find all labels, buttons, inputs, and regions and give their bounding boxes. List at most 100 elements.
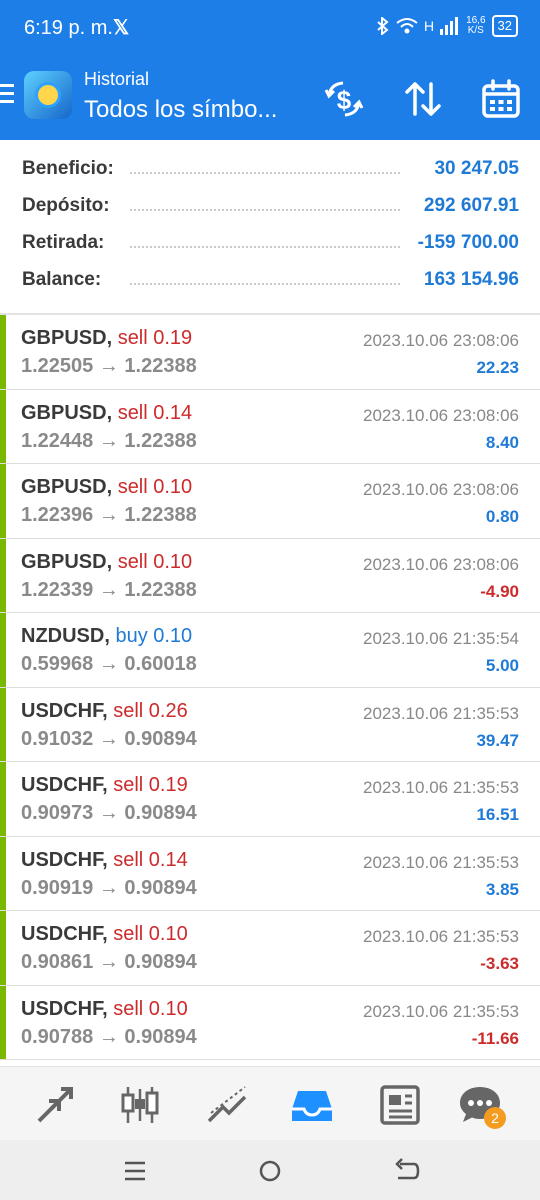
arrows-diagonal-icon[interactable] [33,1083,77,1127]
metatrader-logo [24,71,72,119]
bottom-tab-bar: 2 [0,1066,540,1141]
trade-timestamp: 2023.10.06 21:35:54 [363,629,519,648]
chat-bubble-icon[interactable]: 2 [458,1083,506,1129]
trade-prices: 0.90788 → 0.90894 [21,1026,197,1049]
summary-row-profit: Beneficio: 30 247.05 [0,150,540,187]
currency-exchange-icon[interactable]: $ [323,78,365,120]
arrow-icon: → [98,355,119,377]
open-price: 1.22396 [21,504,94,526]
arrow-icon: → [98,951,119,973]
close-price: 0.90894 [124,802,197,824]
net-speed: 16,6 K/S [466,16,485,36]
trade-symbol-line: GBPUSD, sell 0.19 [21,327,192,350]
system-nav-bar [0,1140,540,1200]
trade-status-bar [0,985,6,1059]
trade-row[interactable]: GBPUSD, sell 0.14 1.22448 → 1.22388 2023.1… [0,389,540,464]
trade-row[interactable]: NZDUSD, buy 0.10 0.59968 → 0.60018 2023.10… [0,613,540,688]
trade-row[interactable]: USDCHF, sell 0.26 0.91032 → 0.90894 2023.1… [0,687,540,762]
summary-value: 292 607.91 [415,195,519,217]
trade-action: sell 0.19 [117,327,193,349]
x-app-icon: 𝕏 [113,17,130,39]
trade-prices: 1.22339 → 1.22388 [21,579,197,602]
trade-prices: 1.22505 → 1.22388 [21,355,197,378]
trade-status-bar [0,389,6,463]
trade-prices: 0.90919 → 0.90894 [21,877,197,900]
wifi-icon [396,18,418,34]
trade-status-bar [0,836,6,910]
close-price: 0.90894 [124,727,197,750]
trade-timestamp: 2023.10.06 21:35:53 [363,852,519,872]
trade-row[interactable]: GBPUSD, sell 0.10 1.22396 → 1.22388 2023.1… [0,464,540,539]
trade-timestamp: 2023.10.06 21:35:53 [363,1001,519,1021]
arrow-icon: → [98,429,119,452]
open-price: 0.90788 [21,1025,94,1048]
trade-action: buy 0.10 [115,625,193,647]
trend-line-icon[interactable] [205,1083,249,1127]
trade-profit: -11.66 [471,1028,519,1048]
arrow-icon: → [98,876,119,899]
trade-symbol: GBPUSD, [21,401,113,424]
close-price: 0.90894 [124,876,197,899]
trade-row[interactable]: GBPUSD, sell 0.19 1.22505 → 1.22388 2023.1… [0,315,540,390]
summary-label: Depósito: [22,195,118,217]
symbol-filter-title[interactable]: Todos los símbo... [84,96,277,124]
trade-profit: -3.63 [480,954,519,973]
network-type-label: H [423,18,435,34]
summary-value: -159 700.00 [409,232,519,254]
trade-profit: 39.47 [476,730,519,750]
trade-symbol: USDCHF, [21,997,108,1020]
calendar-icon[interactable] [480,78,522,120]
trade-symbol-line: USDCHF, sell 0.14 [21,849,188,872]
inbox-icon[interactable] [290,1083,334,1127]
trade-symbol-line: USDCHF, sell 0.26 [21,700,188,723]
net-speed-unit: K/S [467,25,484,36]
signal-icon [440,17,459,35]
recent-apps-icon[interactable] [117,1154,153,1188]
arrow-icon: → [98,578,119,601]
open-price: 0.59968 [21,653,94,675]
trade-timestamp: 2023.10.06 23:08:06 [363,405,519,425]
trade-symbol-line: GBPUSD, sell 0.10 [21,551,192,574]
back-icon[interactable] [388,1154,424,1188]
trade-symbol: GBPUSD, [21,550,113,573]
open-price: 0.91032 [21,727,94,750]
home-icon[interactable] [252,1154,288,1188]
trade-symbol: USDCHF, [21,848,108,871]
trade-status-bar [0,464,6,538]
trade-row[interactable]: GBPUSD, sell 0.10 1.22339 → 1.22388 2023.1… [0,538,540,613]
trade-row[interactable]: USDCHF, sell 0.10 0.90861 → 0.90894 2023.1… [0,911,540,986]
trade-symbol: USDCHF, [21,699,108,722]
trade-row[interactable]: USDCHF, sell 0.19 0.90973 → 0.90894 2023.1… [0,762,540,837]
trade-action: sell 0.26 [113,699,188,722]
trade-row[interactable]: USDCHF, sell 0.14 0.90919 → 0.90894 2023.1… [0,836,540,911]
close-price: 1.22388 [124,504,197,526]
trade-status-bar [0,911,6,985]
menu-icon[interactable] [0,84,14,104]
trade-status-bar [0,315,6,389]
trade-status-bar [0,687,6,761]
trade-row[interactable]: USDCHF, sell 0.10 0.90788 → 0.90894 2023.1… [0,985,540,1060]
trade-timestamp: 2023.10.06 23:08:06 [363,554,519,574]
trade-profit: 3.85 [485,879,519,899]
trade-action: sell 0.14 [117,401,193,424]
trade-action: sell 0.10 [113,997,188,1020]
open-price: 1.22448 [21,429,94,452]
arrow-icon: → [98,727,119,750]
trade-action: sell 0.10 [117,550,193,573]
sort-icon[interactable] [402,78,444,120]
close-price: 0.60018 [124,653,197,675]
trade-symbol: USDCHF, [21,774,108,796]
status-icons: H 16,6 K/S 32 [376,15,518,37]
trade-timestamp: 2023.10.06 23:08:06 [363,331,519,350]
summary-label: Beneficio: [22,158,122,180]
open-price: 1.22505 [21,355,94,377]
trade-prices: 0.91032 → 0.90894 [21,728,197,751]
trade-timestamp: 2023.10.06 21:35:53 [363,927,519,946]
candlestick-icon[interactable] [118,1083,162,1127]
trade-symbol-line: GBPUSD, sell 0.10 [21,476,192,499]
arrow-icon: → [98,1025,119,1048]
close-price: 1.22388 [124,355,197,377]
trade-action: sell 0.19 [113,774,188,796]
trade-history-list[interactable]: GBPUSD, sell 0.19 1.22505 → 1.22388 2023.1… [0,315,540,1060]
newspaper-icon[interactable] [378,1083,422,1127]
